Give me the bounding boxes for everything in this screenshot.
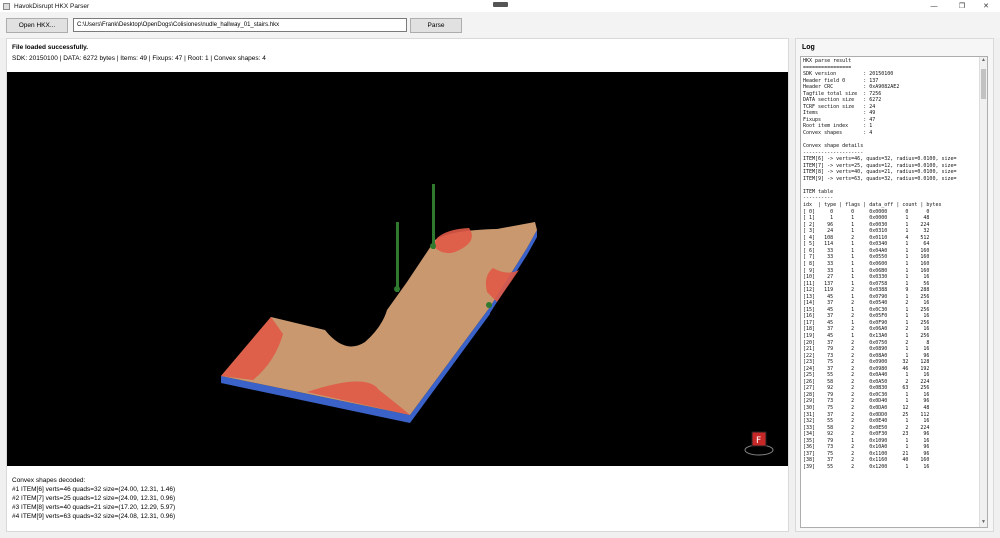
log-heading: Log bbox=[802, 44, 815, 51]
decoded-shapes: Convex shapes decoded: #1 ITEM[6] verts=… bbox=[12, 476, 175, 521]
parse-button[interactable]: Parse bbox=[410, 18, 462, 33]
minimize-icon: — bbox=[930, 2, 938, 10]
maximize-icon: ❐ bbox=[958, 3, 966, 10]
log-line: ITEM[9] -> verts=63, quads=32, radius=0.… bbox=[803, 175, 957, 182]
log-textarea[interactable]: HKX parse result ================ SDK vers… bbox=[800, 56, 988, 528]
post-joint bbox=[394, 286, 400, 292]
file-path-input[interactable]: C:\Users\Frank\Desktop\OpenDogs\Colision… bbox=[73, 18, 407, 32]
log-line: ITEM[8] -> verts=40, quads=21, radius=0.… bbox=[803, 169, 957, 176]
orientation-gizmo-icon: F bbox=[744, 431, 774, 456]
title-bar: HavokDisrupt HKX Parser — ❐ ✕ bbox=[0, 0, 1000, 12]
minimize-button[interactable]: — bbox=[924, 0, 944, 12]
gizmo-label: F bbox=[756, 436, 761, 446]
scroll-up-icon[interactable]: ▲ bbox=[980, 57, 987, 65]
decoded-line: #4 ITEM[9] verts=63 quads=32 size=(24.08… bbox=[12, 513, 176, 520]
app-icon bbox=[3, 2, 10, 10]
close-icon: ✕ bbox=[983, 3, 989, 10]
file-info: SDK: 20150100 | DATA: 6272 bytes | Items… bbox=[12, 55, 266, 62]
status-message: File loaded successfully. bbox=[12, 44, 89, 51]
collision-post bbox=[396, 222, 399, 292]
scroll-down-icon[interactable]: ▼ bbox=[980, 519, 987, 527]
post-joint bbox=[430, 243, 436, 249]
log-content: HKX parse result ================ SDK vers… bbox=[803, 58, 979, 470]
decoded-line: #3 ITEM[8] verts=40 quads=21 size=(17.20… bbox=[12, 504, 176, 511]
close-button[interactable]: ✕ bbox=[976, 0, 996, 12]
window-title: HavokDisrupt HKX Parser bbox=[14, 2, 90, 10]
scroll-thumb[interactable] bbox=[981, 69, 986, 99]
log-scrollbar[interactable]: ▲ ▼ bbox=[979, 57, 987, 527]
open-hkx-button[interactable]: Open HKX... bbox=[6, 18, 68, 33]
log-line: ITEM[6] -> verts=46, quads=32, radius=0.… bbox=[803, 156, 957, 163]
maximize-button[interactable]: ❐ bbox=[952, 0, 972, 12]
decoded-line: #2 ITEM[7] verts=25 quads=12 size=(24.09… bbox=[12, 495, 176, 502]
3d-viewport[interactable]: F bbox=[7, 72, 788, 466]
log-line: [39] 55 2 0x1200 1 16 bbox=[803, 463, 930, 470]
scene-render: F bbox=[221, 184, 774, 456]
decoded-line: #1 ITEM[6] verts=46 quads=32 size=(24.00… bbox=[12, 486, 176, 493]
post-joint bbox=[486, 302, 492, 308]
decoded-heading: Convex shapes decoded: bbox=[12, 477, 86, 484]
drag-handle[interactable] bbox=[493, 2, 508, 7]
collision-post bbox=[432, 184, 435, 249]
